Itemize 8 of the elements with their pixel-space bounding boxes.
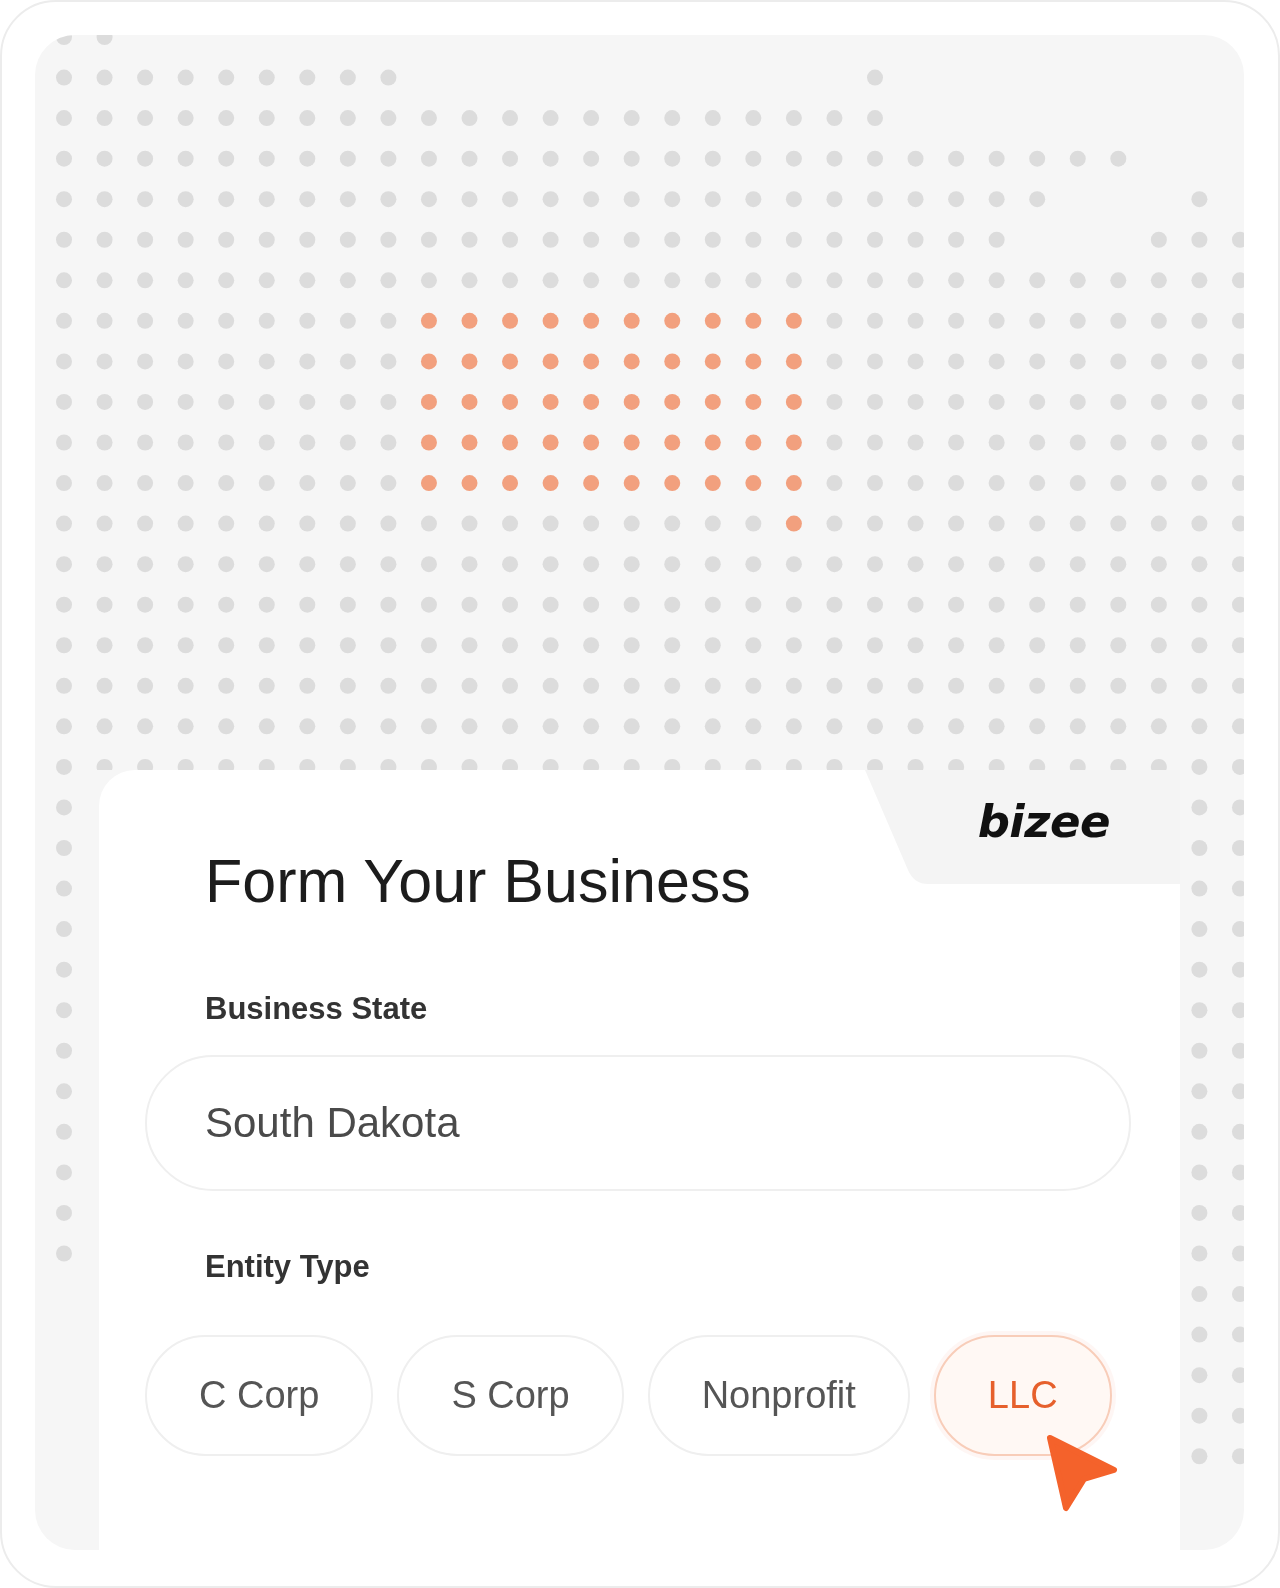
field-label: Business State xyxy=(205,990,428,1028)
entity-type-option[interactable]: C Corp xyxy=(145,1335,374,1456)
field-label: Entity Type xyxy=(205,1248,370,1286)
entity-type-option[interactable]: S Corp xyxy=(397,1335,624,1456)
entity-type-option[interactable]: Nonprofit xyxy=(647,1335,910,1456)
brand-logo: bizee xyxy=(977,796,1110,848)
state-field[interactable]: South Dakota xyxy=(145,1055,1131,1191)
form-title: Form Your Business xyxy=(205,846,751,917)
